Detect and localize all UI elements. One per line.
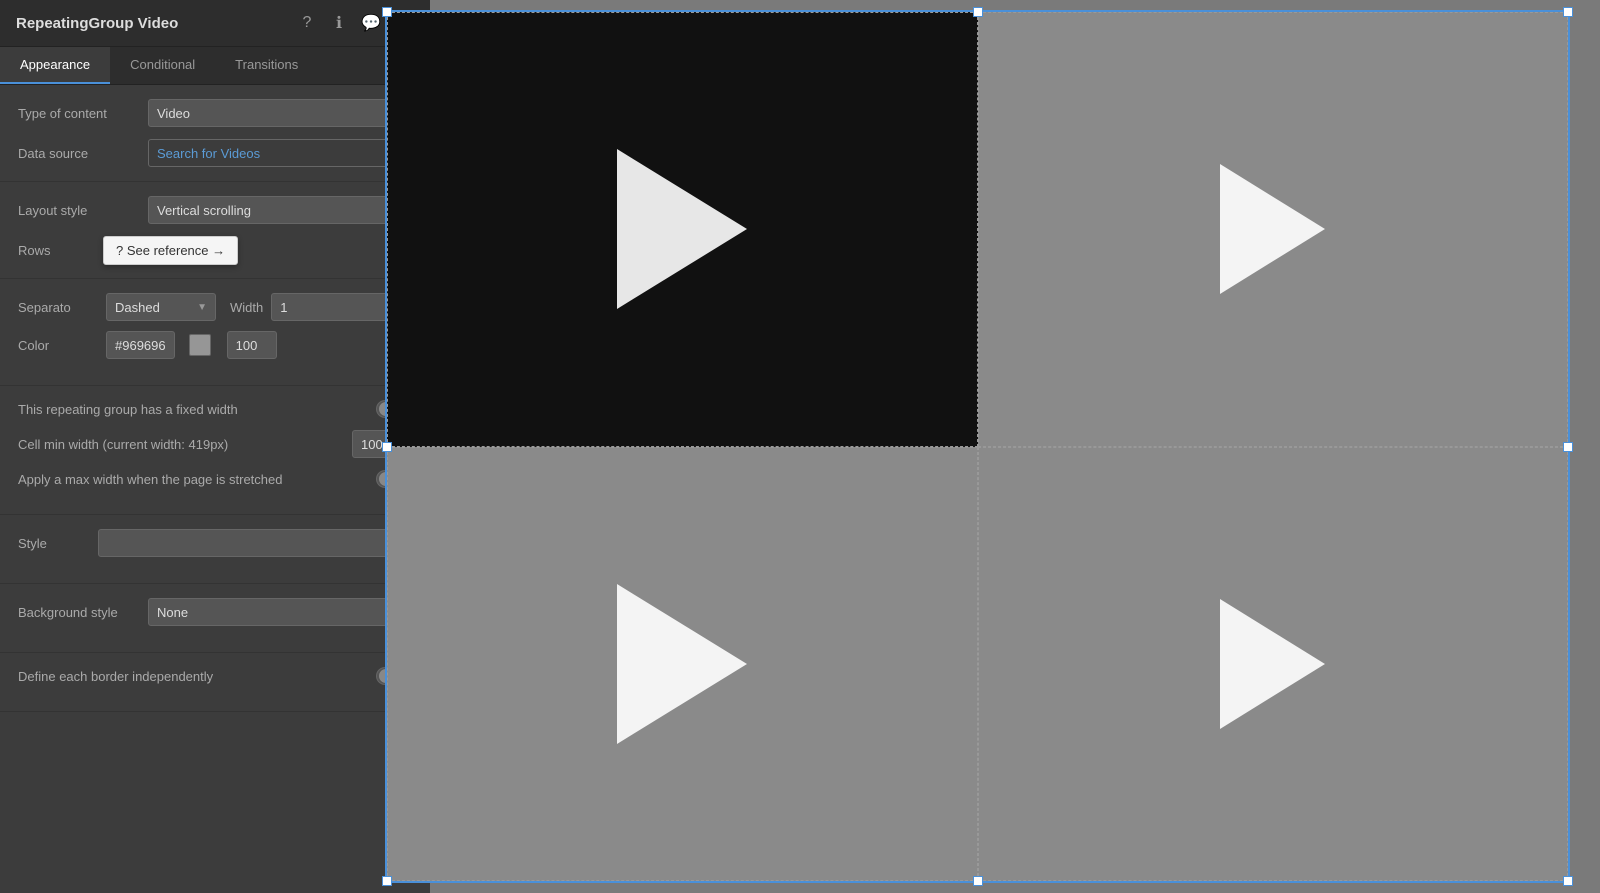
canvas-area: [430, 0, 1600, 893]
comment-icon[interactable]: 💬: [360, 12, 382, 34]
background-style-value: None: [157, 605, 188, 620]
define-border-label: Define each border independently: [18, 669, 213, 684]
panel-title: RepeatingGroup Video: [16, 15, 178, 32]
border-section: Define each border independently: [0, 653, 430, 712]
see-reference-tooltip[interactable]: ? See reference →: [103, 236, 238, 265]
type-of-content-row: Type of content Video ▼: [18, 99, 412, 127]
tab-conditional[interactable]: Conditional: [110, 47, 215, 84]
width-section: This repeating group has a fixed width C…: [0, 386, 430, 515]
repeating-group-grid: [385, 10, 1570, 883]
background-style-select[interactable]: None ▼: [148, 598, 412, 626]
help-icon[interactable]: ?: [296, 12, 318, 34]
background-style-row: Background style None ▼: [18, 598, 412, 626]
resize-handle-tr[interactable]: [1563, 7, 1573, 17]
resize-handle-mr[interactable]: [1563, 442, 1573, 452]
content-section: Type of content Video ▼ Data source Sear…: [0, 85, 430, 182]
separator-row: Separato Dashed ▼ Width 1 ▼: [18, 293, 412, 321]
resize-handle-ml[interactable]: [382, 442, 392, 452]
rows-row: Rows 2 ▼ ? See reference →: [18, 236, 412, 264]
layout-style-select[interactable]: Vertical scrolling ▼: [148, 196, 412, 224]
play-icon: [1220, 164, 1325, 294]
cell-min-row: Cell min width (current width: 419px) 10…: [18, 430, 412, 458]
color-label: Color: [18, 338, 98, 353]
max-width-label: Apply a max width when the page is stret…: [18, 472, 282, 487]
cell-min-label: Cell min width (current width: 419px): [18, 437, 352, 452]
background-section: Background style None ▼: [0, 584, 430, 653]
type-of-content-value: Video: [157, 106, 190, 121]
fixed-width-label: This repeating group has a fixed width: [18, 402, 238, 417]
width-label: Width: [230, 300, 263, 315]
resize-handle-bl[interactable]: [382, 876, 392, 886]
separator-width-value: 1: [280, 300, 287, 315]
resize-handle-tl[interactable]: [382, 7, 392, 17]
play-icon: [1220, 599, 1325, 729]
type-of-content-label: Type of content: [18, 106, 148, 121]
layout-style-label: Layout style: [18, 203, 148, 218]
chevron-down-icon: ▼: [197, 302, 207, 313]
data-source-row: Data source Search for Videos: [18, 139, 412, 167]
play-icon: [617, 584, 747, 744]
data-source-input[interactable]: Search for Videos: [148, 139, 412, 167]
data-source-value: Search for Videos: [157, 146, 260, 161]
layout-style-row: Layout style Vertical scrolling ▼: [18, 196, 412, 224]
separator-label: Separato: [18, 300, 98, 315]
color-opacity-value: 100: [236, 338, 258, 353]
panel-header: RepeatingGroup Video ? ℹ 💬 ✕: [0, 0, 430, 47]
define-border-row: Define each border independently: [18, 667, 412, 685]
grid-cell-top-right: [978, 12, 1569, 447]
color-row: Color #969696 100: [18, 331, 412, 359]
style-section: Style ▼: [0, 515, 430, 584]
resize-handle-bm[interactable]: [973, 876, 983, 886]
see-reference-text: ? See reference →: [116, 243, 225, 258]
grid-cell-bottom-right: [978, 447, 1569, 882]
tab-transitions[interactable]: Transitions: [215, 47, 318, 84]
info-icon[interactable]: ℹ: [328, 12, 350, 34]
background-style-label: Background style: [18, 605, 148, 620]
max-width-row: Apply a max width when the page is stret…: [18, 470, 412, 488]
separator-section: Separato Dashed ▼ Width 1 ▼ Color #96969…: [0, 279, 430, 386]
cell-min-value: 100: [361, 437, 383, 452]
tab-appearance[interactable]: Appearance: [0, 47, 110, 84]
type-of-content-select[interactable]: Video ▼: [148, 99, 412, 127]
color-hex-input[interactable]: #969696: [106, 331, 175, 359]
play-icon: [617, 149, 747, 309]
tabs-bar: Appearance Conditional Transitions: [0, 47, 430, 85]
layout-style-value: Vertical scrolling: [157, 203, 251, 218]
color-hex-value: #969696: [115, 338, 166, 353]
grid-cell-top-left: [387, 12, 978, 447]
fixed-width-row: This repeating group has a fixed width: [18, 400, 412, 418]
grid-cell-bottom-left: [387, 447, 978, 882]
style-label: Style: [18, 536, 98, 551]
data-source-label: Data source: [18, 146, 148, 161]
color-swatch[interactable]: [189, 334, 211, 356]
resize-handle-tm[interactable]: [973, 7, 983, 17]
style-select[interactable]: ▼: [98, 529, 412, 557]
separator-style-value: Dashed: [115, 300, 160, 315]
layout-section: Layout style Vertical scrolling ▼ Rows 2…: [0, 182, 430, 279]
style-row: Style ▼: [18, 529, 412, 557]
separator-style-select[interactable]: Dashed ▼: [106, 293, 216, 321]
resize-handle-br[interactable]: [1563, 876, 1573, 886]
properties-panel: RepeatingGroup Video ? ℹ 💬 ✕ Appearance …: [0, 0, 430, 893]
panel-body: Type of content Video ▼ Data source Sear…: [0, 85, 430, 893]
color-opacity-input[interactable]: 100: [227, 331, 277, 359]
